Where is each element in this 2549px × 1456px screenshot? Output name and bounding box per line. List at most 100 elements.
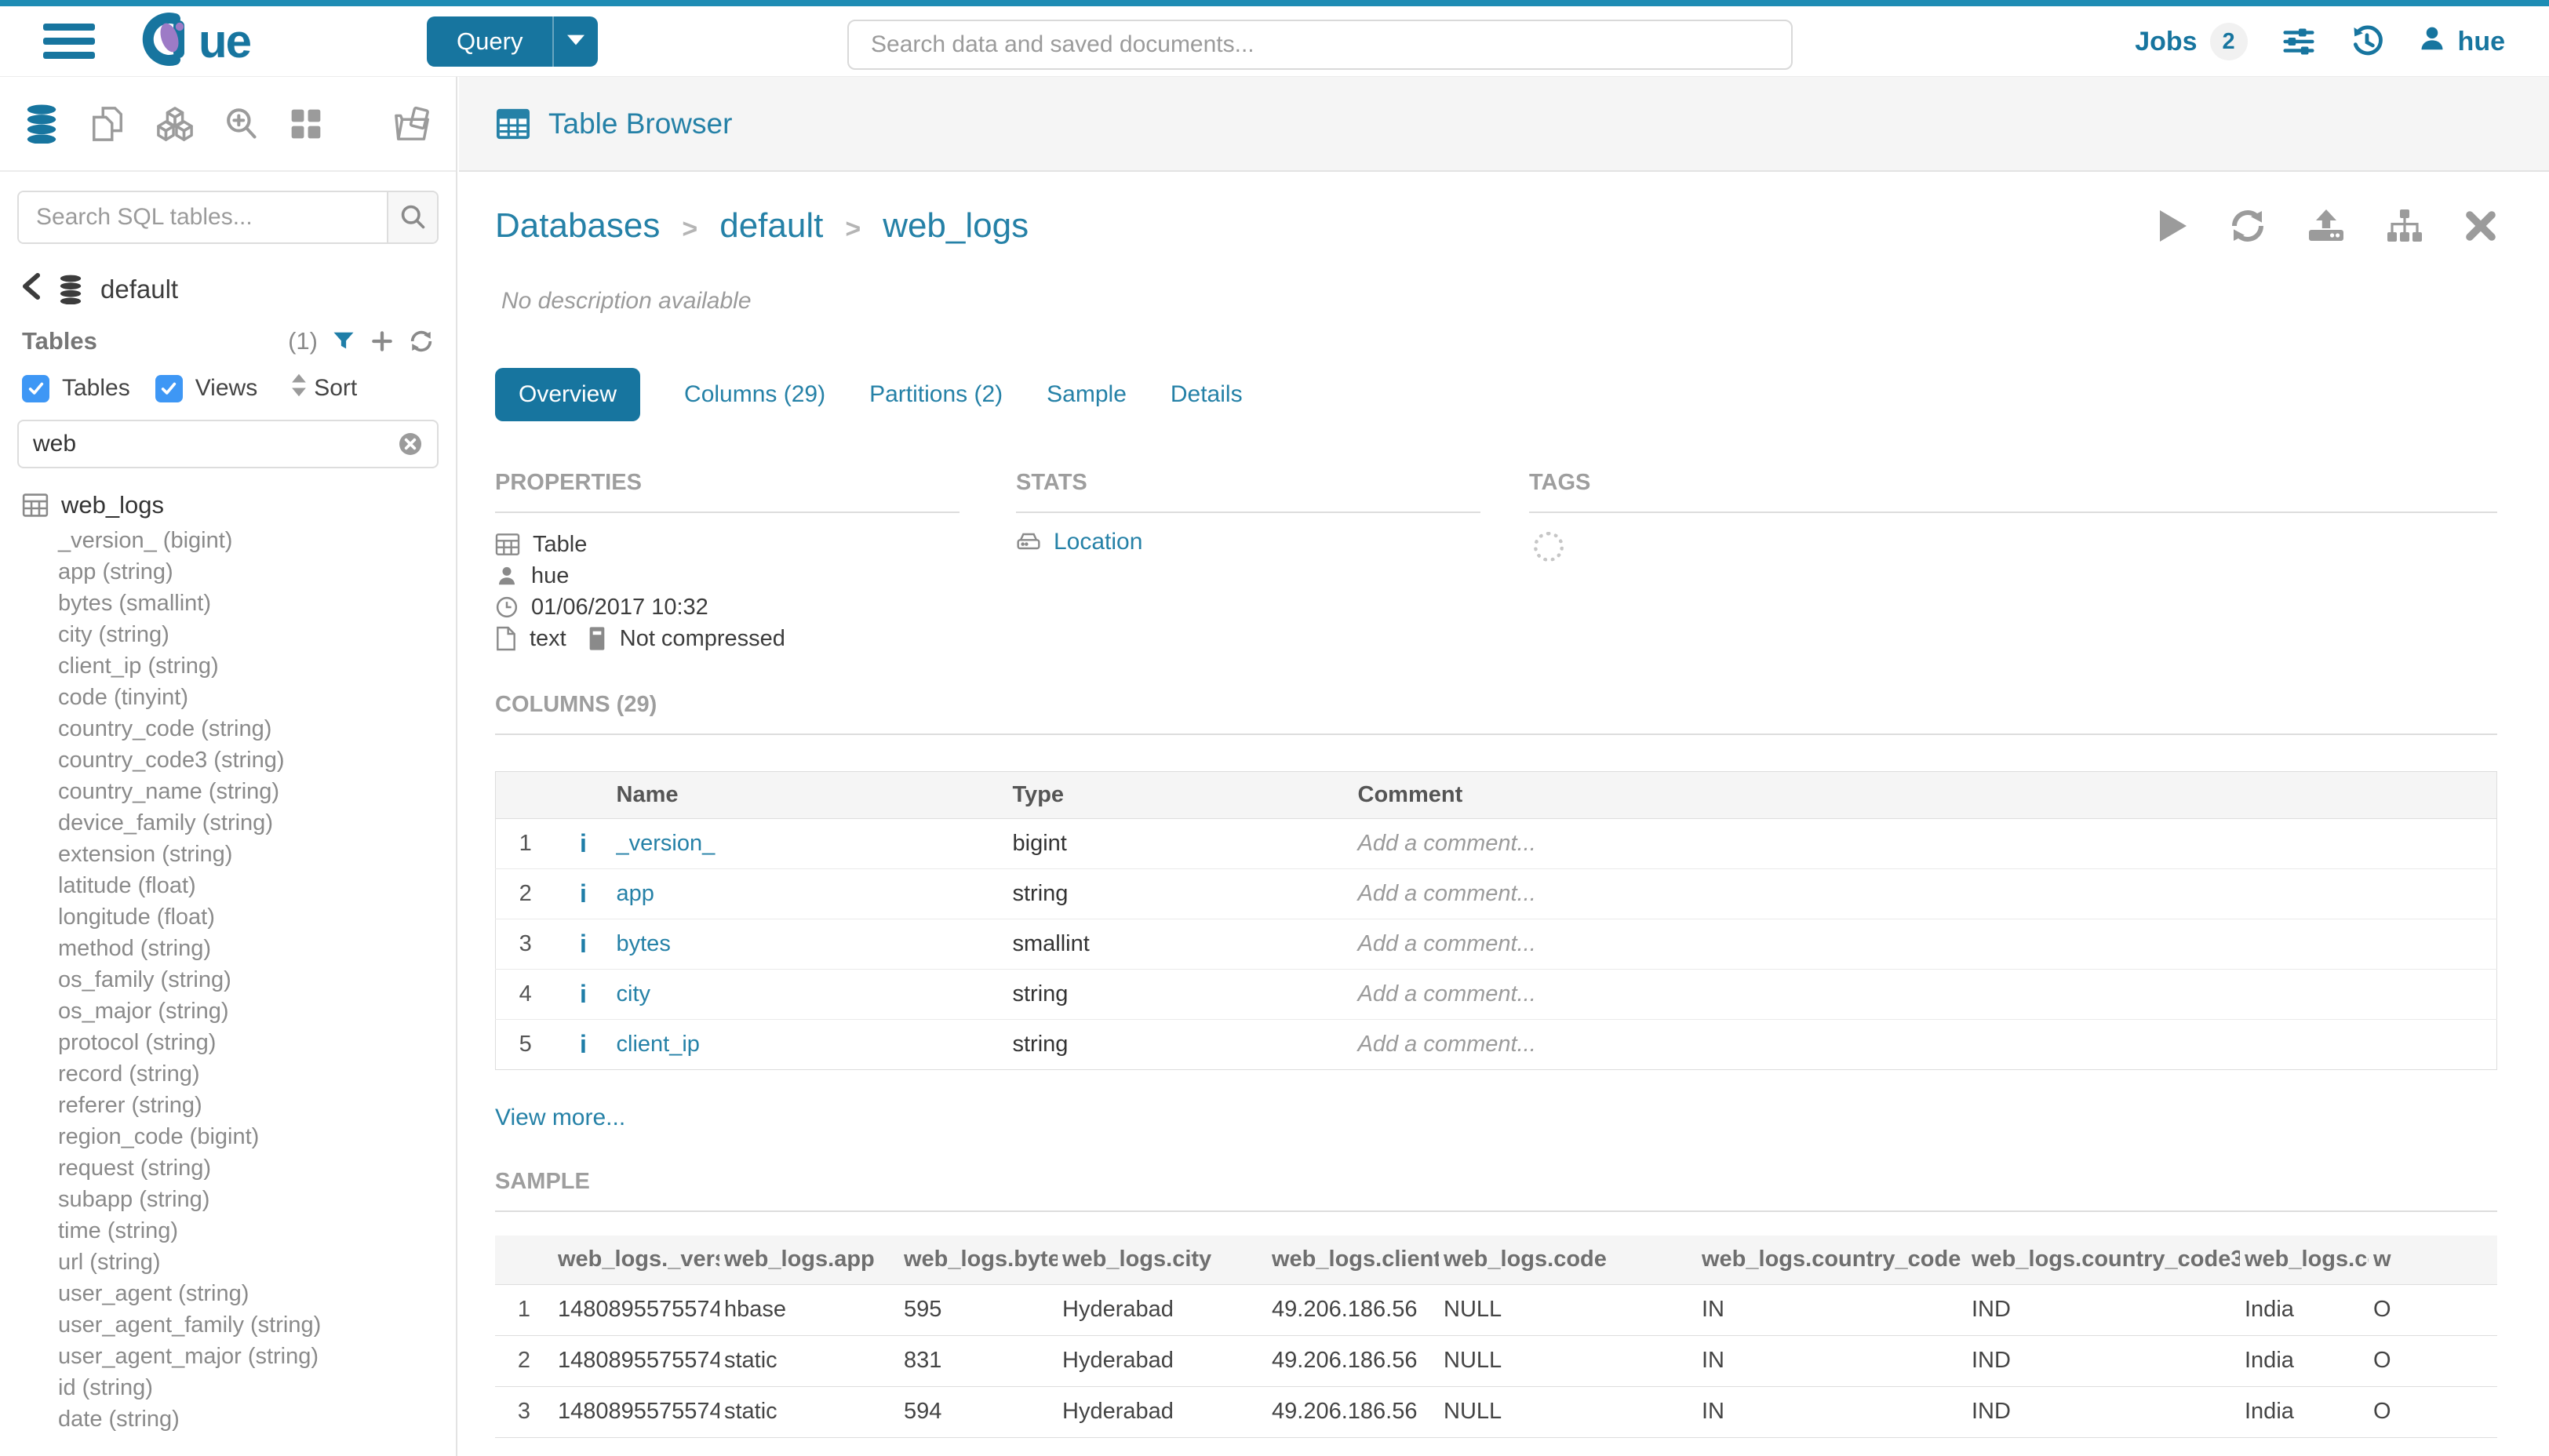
col-header-comment: Comment bbox=[1353, 772, 2497, 819]
info-icon[interactable]: i bbox=[555, 919, 612, 970]
location-link[interactable]: Location bbox=[1016, 529, 1480, 555]
tree-column-item[interactable]: url (string) bbox=[22, 1247, 439, 1278]
history-icon[interactable] bbox=[2350, 24, 2384, 59]
hue-logo-text: ue bbox=[198, 14, 250, 68]
global-search-input[interactable] bbox=[847, 20, 1793, 70]
view-more-link[interactable]: View more... bbox=[495, 1105, 625, 1131]
upload-icon[interactable] bbox=[2307, 207, 2345, 245]
archive-icon bbox=[587, 626, 607, 651]
content-body: Databases > default > web_logs bbox=[459, 206, 2549, 1438]
tab-partitions[interactable]: Partitions (2) bbox=[869, 381, 1003, 408]
sample-cell: hbase bbox=[719, 1284, 899, 1335]
documents-icon[interactable] bbox=[89, 105, 126, 143]
info-icon[interactable]: i bbox=[555, 869, 612, 919]
sitemap-icon[interactable] bbox=[2386, 209, 2423, 243]
tree-column-item[interactable]: app (string) bbox=[22, 556, 439, 588]
tree-column-item[interactable]: user_agent_major (string) bbox=[22, 1341, 439, 1372]
database-icon[interactable] bbox=[24, 104, 60, 144]
clear-circle-icon[interactable] bbox=[398, 431, 423, 457]
apps-grid-icon[interactable] bbox=[289, 107, 323, 141]
tree-column-item[interactable]: referer (string) bbox=[22, 1090, 439, 1121]
tree-column-item[interactable]: country_name (string) bbox=[22, 776, 439, 807]
tables-checkbox[interactable] bbox=[22, 375, 49, 402]
column-name-link[interactable]: _version_ bbox=[617, 831, 716, 856]
tree-column-item[interactable]: _version_ (bigint) bbox=[22, 525, 439, 556]
tree-column-item[interactable]: protocol (string) bbox=[22, 1027, 439, 1058]
breadcrumb-database[interactable]: default bbox=[719, 206, 823, 246]
column-name-link[interactable]: bytes bbox=[617, 931, 671, 956]
cubes-icon[interactable] bbox=[155, 105, 195, 143]
tree-table-web-logs[interactable]: web_logs bbox=[22, 486, 439, 525]
tree-column-item[interactable]: city (string) bbox=[22, 619, 439, 650]
tree-column-item[interactable]: country_code3 (string) bbox=[22, 744, 439, 776]
column-comment-placeholder[interactable]: Add a comment... bbox=[1353, 970, 2497, 1020]
tree-column-item[interactable]: method (string) bbox=[22, 933, 439, 964]
column-comment-placeholder[interactable]: Add a comment... bbox=[1353, 819, 2497, 869]
breadcrumb-databases[interactable]: Databases bbox=[495, 206, 660, 246]
tree-column-item[interactable]: request (string) bbox=[22, 1152, 439, 1184]
tree-column-item[interactable]: os_major (string) bbox=[22, 996, 439, 1027]
info-icon[interactable]: i bbox=[555, 970, 612, 1020]
search-plus-icon[interactable] bbox=[224, 106, 259, 142]
play-icon[interactable] bbox=[2157, 209, 2188, 243]
table-filter-input[interactable] bbox=[33, 431, 398, 457]
folder-doc-icon[interactable] bbox=[393, 105, 432, 143]
refresh-icon[interactable] bbox=[2229, 207, 2267, 245]
tree-column-item[interactable]: longitude (float) bbox=[22, 901, 439, 933]
jobs-link[interactable]: Jobs 2 bbox=[2135, 23, 2247, 60]
sql-search-button[interactable] bbox=[387, 192, 437, 242]
database-breadcrumb[interactable]: default bbox=[17, 272, 439, 307]
sort-control[interactable]: Sort bbox=[290, 373, 357, 404]
column-name-link[interactable]: app bbox=[617, 881, 654, 906]
chevron-left-icon[interactable] bbox=[22, 272, 41, 307]
tree-column-item[interactable]: extension (string) bbox=[22, 839, 439, 870]
tree-column-item[interactable]: device_family (string) bbox=[22, 807, 439, 839]
funnel-icon[interactable] bbox=[332, 329, 355, 353]
close-icon[interactable] bbox=[2464, 209, 2497, 242]
user-menu[interactable]: hue bbox=[2417, 24, 2505, 60]
tree-column-item[interactable]: bytes (smallint) bbox=[22, 588, 439, 619]
tables-header-row: Tables (1) bbox=[17, 327, 439, 355]
tree-column-item[interactable]: region_code (bigint) bbox=[22, 1121, 439, 1152]
sliders-icon[interactable] bbox=[2281, 24, 2317, 60]
views-checkbox-label[interactable]: Views bbox=[195, 375, 257, 402]
views-checkbox[interactable] bbox=[155, 375, 183, 402]
tree-column-item[interactable]: country_code (string) bbox=[22, 713, 439, 744]
plus-icon[interactable] bbox=[370, 329, 395, 354]
tree-column-item[interactable]: client_ip (string) bbox=[22, 650, 439, 682]
tree-column-item[interactable]: os_family (string) bbox=[22, 964, 439, 996]
tab-overview[interactable]: Overview bbox=[495, 368, 640, 421]
tree-column-item[interactable]: user_agent_family (string) bbox=[22, 1309, 439, 1341]
columns-table-row: 2 i app string Add a comment... bbox=[496, 869, 2497, 919]
tab-details[interactable]: Details bbox=[1171, 381, 1243, 408]
tree-column-item[interactable]: subapp (string) bbox=[22, 1184, 439, 1215]
tree-column-item[interactable]: time (string) bbox=[22, 1215, 439, 1247]
column-comment-placeholder[interactable]: Add a comment... bbox=[1353, 869, 2497, 919]
table-description[interactable]: No description available bbox=[501, 288, 2497, 315]
column-name-link[interactable]: client_ip bbox=[617, 1032, 700, 1057]
tree-column-item[interactable]: code (tinyint) bbox=[22, 682, 439, 713]
tables-checkbox-label[interactable]: Tables bbox=[62, 375, 130, 402]
column-comment-placeholder[interactable]: Add a comment... bbox=[1353, 919, 2497, 970]
breadcrumb-table[interactable]: web_logs bbox=[883, 206, 1029, 246]
tab-sample[interactable]: Sample bbox=[1047, 381, 1127, 408]
tree-column-item[interactable]: id (string) bbox=[22, 1372, 439, 1403]
tree-column-item[interactable]: record (string) bbox=[22, 1058, 439, 1090]
hamburger-menu-button[interactable] bbox=[43, 24, 95, 59]
query-dropdown-button[interactable] bbox=[552, 16, 598, 67]
info-icon[interactable]: i bbox=[555, 1020, 612, 1070]
tree-column-item[interactable]: date (string) bbox=[22, 1403, 439, 1435]
refresh-icon[interactable] bbox=[409, 329, 434, 354]
tree-column-item[interactable]: latitude (float) bbox=[22, 870, 439, 901]
info-icon[interactable]: i bbox=[555, 819, 612, 869]
sample-cell: IND bbox=[1967, 1335, 2240, 1386]
loading-spinner bbox=[1534, 532, 1564, 562]
column-name-link[interactable]: city bbox=[617, 981, 651, 1006]
sql-search-input[interactable] bbox=[19, 192, 387, 242]
tree-column-item[interactable]: user_agent (string) bbox=[22, 1278, 439, 1309]
hue-logo[interactable]: ue bbox=[142, 11, 250, 71]
columns-section-title: COLUMNS (29) bbox=[495, 692, 2497, 735]
column-comment-placeholder[interactable]: Add a comment... bbox=[1353, 1020, 2497, 1070]
query-button[interactable]: Query bbox=[427, 16, 552, 67]
tab-columns[interactable]: Columns (29) bbox=[684, 381, 825, 408]
